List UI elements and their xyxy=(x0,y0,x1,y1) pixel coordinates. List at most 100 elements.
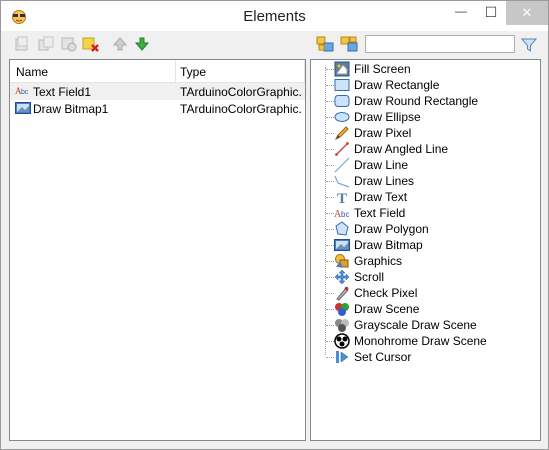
palette-item-scroll[interactable]: Scroll xyxy=(311,269,540,285)
palette-item-label: Draw Rectangle xyxy=(354,78,440,92)
tree-connector xyxy=(326,341,334,342)
palette-item-label: Draw Round Rectangle xyxy=(354,94,479,108)
palette-item-label: Fill Screen xyxy=(354,62,411,76)
draw-pixel-icon xyxy=(334,126,349,141)
delete-element-icon[interactable] xyxy=(82,35,100,53)
tree-connector xyxy=(326,181,334,182)
palette-item-label: Monohrome Draw Scene xyxy=(354,334,487,348)
elements-list: Name Type A bc Text Field1 TArduinoColor… xyxy=(9,59,306,441)
column-divider[interactable] xyxy=(175,60,176,82)
tree-connector xyxy=(326,117,334,118)
palette-item-label: Graphics xyxy=(354,254,403,268)
copy-element-icon[interactable] xyxy=(37,35,55,53)
palette-item-label: Draw Angled Line xyxy=(354,142,449,156)
tree-connector xyxy=(326,101,334,102)
close-icon: ✕ xyxy=(521,5,533,20)
row-name: Text Field1 xyxy=(33,85,92,99)
tree-connector xyxy=(326,325,334,326)
fill-screen-icon xyxy=(334,61,350,77)
palette-item-grayscale-draw-scene[interactable]: Grayscale Draw Scene xyxy=(311,317,540,333)
palette-item-label: Draw Pixel xyxy=(354,126,412,140)
palette-item-label: Check Pixel xyxy=(354,286,418,300)
palette-item-label: Draw Text xyxy=(354,190,408,204)
draw-angled-line-icon xyxy=(335,142,349,156)
tree-connector xyxy=(326,149,334,150)
palette-item-draw-polygon[interactable]: Draw Polygon xyxy=(311,221,540,237)
text-field-icon: A bc xyxy=(15,86,29,96)
column-header-name[interactable]: Name xyxy=(16,65,48,79)
tree-connector xyxy=(326,357,334,358)
draw-polygon-icon xyxy=(335,221,349,236)
tree-connector xyxy=(326,165,334,166)
grayscale-draw-scene-icon xyxy=(335,319,349,332)
text-field-icon: Abc xyxy=(334,209,349,220)
palette-item-label: Text Field xyxy=(354,206,406,220)
palette-item-set-cursor[interactable]: Set Cursor xyxy=(311,349,540,365)
palette-item-label: Draw Lines xyxy=(354,174,415,188)
palette-item-graphics[interactable]: Graphics xyxy=(311,253,540,269)
tree-connector xyxy=(326,293,334,294)
draw-bitmap-icon xyxy=(334,239,350,251)
palette-item-label: Draw Line xyxy=(354,158,409,172)
add-element-icon[interactable] xyxy=(13,35,31,53)
title-bar: Elements — ☐ ✕ xyxy=(1,1,548,31)
check-pixel-icon xyxy=(336,286,349,301)
set-cursor-icon xyxy=(336,351,349,363)
svg-text:bc: bc xyxy=(341,210,349,219)
palette-item-text-field[interactable]: Abc Text Field xyxy=(311,205,540,221)
row-type: TArduinoColorGraphic... xyxy=(180,102,302,116)
palette-item-label: Scroll xyxy=(354,270,385,284)
draw-rectangle-icon xyxy=(334,79,350,91)
maximize-button[interactable]: ☐ xyxy=(476,1,506,25)
tree-connector xyxy=(326,69,334,70)
palette-item-draw-line[interactable]: Draw Line xyxy=(311,157,540,173)
svg-text:T: T xyxy=(337,191,347,205)
palette-item-draw-round-rectangle[interactable]: Draw Round Rectangle xyxy=(311,93,540,109)
palette-item-label: Draw Bitmap xyxy=(354,238,423,252)
palette-item-draw-text[interactable]: T Draw Text xyxy=(311,189,540,205)
draw-scene-icon xyxy=(335,303,349,316)
graphics-icon xyxy=(335,254,349,268)
close-button[interactable]: ✕ xyxy=(506,1,548,25)
palette-search-input[interactable] xyxy=(365,35,515,53)
column-header-type[interactable]: Type xyxy=(180,65,206,79)
elements-window: Elements — ☐ ✕ Name Type A bc Text Field… xyxy=(0,0,549,450)
tree-connector xyxy=(326,213,334,214)
scroll-icon xyxy=(334,269,350,285)
palette-item-draw-lines[interactable]: Draw Lines xyxy=(311,173,540,189)
palette-item-draw-angled-line[interactable]: Draw Angled Line xyxy=(311,141,540,157)
draw-bitmap-icon xyxy=(15,102,31,114)
funnel-icon[interactable] xyxy=(520,36,538,54)
minimize-button[interactable]: — xyxy=(446,1,476,25)
palette-item-draw-bitmap[interactable]: Draw Bitmap xyxy=(311,237,540,253)
palette-item-monohrome-draw-scene[interactable]: Monohrome Draw Scene xyxy=(311,333,540,349)
collapse-all-icon[interactable] xyxy=(340,35,358,53)
palette-item-label: Draw Polygon xyxy=(354,222,429,236)
move-up-icon[interactable] xyxy=(111,35,129,53)
palette-item-draw-rectangle[interactable]: Draw Rectangle xyxy=(311,77,540,93)
palette-item-draw-pixel[interactable]: Draw Pixel xyxy=(311,125,540,141)
palette-item-fill-screen[interactable]: Fill Screen xyxy=(311,61,540,77)
monochrome-draw-scene-icon xyxy=(334,333,350,349)
row-type: TArduinoColorGraphic... xyxy=(180,85,302,99)
tree-connector xyxy=(326,85,334,86)
table-row[interactable]: Draw Bitmap1 TArduinoColorGraphic... xyxy=(10,100,305,117)
settings-element-icon[interactable] xyxy=(60,35,78,53)
draw-ellipse-icon xyxy=(334,112,350,122)
row-name: Draw Bitmap1 xyxy=(33,102,109,116)
palette-item-label: Grayscale Draw Scene xyxy=(354,318,477,332)
expand-all-icon[interactable] xyxy=(316,35,334,53)
table-row[interactable]: A bc Text Field1 TArduinoColorGraphic... xyxy=(10,83,305,100)
minimize-icon: — xyxy=(455,4,467,18)
tree-connector xyxy=(326,245,334,246)
palette-item-draw-scene[interactable]: Draw Scene xyxy=(311,301,540,317)
palette-item-check-pixel[interactable]: Check Pixel xyxy=(311,285,540,301)
palette-item-draw-ellipse[interactable]: Draw Ellipse xyxy=(311,109,540,125)
move-down-icon[interactable] xyxy=(133,35,151,53)
element-palette-tree: Fill Screen Draw Rectangle Draw Round Rect… xyxy=(310,59,541,441)
column-divider[interactable] xyxy=(304,60,305,82)
tree-connector xyxy=(326,309,334,310)
svg-text:bc: bc xyxy=(21,89,29,96)
list-header: Name Type xyxy=(10,60,305,83)
palette-item-label: Draw Scene xyxy=(354,302,420,316)
